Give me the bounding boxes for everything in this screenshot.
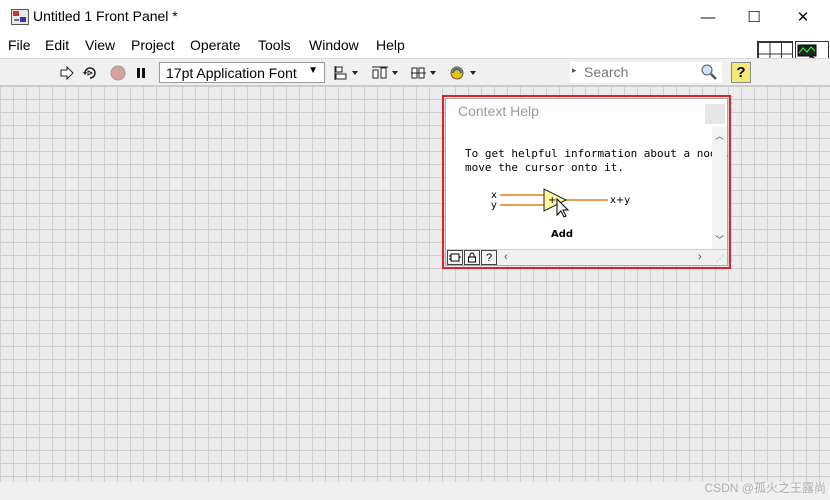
menu-operate[interactable]: Operate: [190, 37, 241, 53]
show-optional-terminals-button[interactable]: [447, 250, 463, 265]
context-help-window: Context Help To get helpful information …: [445, 98, 730, 266]
output-label: x+y: [610, 195, 631, 206]
context-help-bottom-bar: ? ‹ › ⋰: [446, 249, 727, 265]
abort-execution-icon[interactable]: [109, 63, 127, 83]
title-bar: Untitled 1 Front Panel * — ☐ ✕: [0, 0, 830, 34]
context-help-title-bar[interactable]: Context Help: [446, 99, 727, 128]
detailed-help-button[interactable]: ?: [481, 250, 497, 265]
reorder-icon[interactable]: [449, 63, 479, 83]
close-icon: ✕: [796, 9, 810, 26]
menu-help[interactable]: Help: [376, 37, 405, 53]
font-select-value: 17pt Application Font: [166, 64, 297, 81]
menu-window[interactable]: Window: [309, 37, 359, 53]
menu-bar: File Edit View Project Operate Tools Win…: [0, 34, 830, 58]
minimize-button[interactable]: —: [685, 0, 731, 34]
plus-label: +: [548, 195, 556, 206]
chevron-down-icon: ▼: [308, 65, 318, 76]
magnifier-icon[interactable]: [700, 63, 718, 86]
context-help-close-button[interactable]: [705, 104, 725, 124]
input-y-label: y: [491, 200, 497, 211]
chevron-down-icon[interactable]: ﹀: [715, 233, 724, 246]
maximize-button[interactable]: ☐: [731, 0, 777, 34]
node-name-label: Add: [551, 229, 574, 240]
watermark: CSDN @孤火之王露尚: [704, 481, 826, 495]
close-button[interactable]: ✕: [780, 0, 826, 34]
run-continuously-icon[interactable]: [81, 63, 99, 83]
search-input[interactable]: [584, 63, 694, 81]
align-objects-icon[interactable]: [333, 63, 361, 83]
context-help-text: To get helpful information about a node,…: [465, 147, 730, 174]
window-title: Untitled 1 Front Panel *: [33, 8, 178, 24]
labview-vi-icon[interactable]: [11, 9, 29, 25]
toolbar: 17pt Application Font ▼ ▸ ?: [0, 58, 830, 86]
search-expand-icon: ▸: [572, 65, 577, 75]
font-select[interactable]: 17pt Application Font ▼: [159, 62, 325, 83]
resize-grip-icon[interactable]: ⋰: [716, 254, 724, 263]
run-arrow-icon[interactable]: [59, 63, 75, 83]
context-help-button[interactable]: ?: [731, 62, 751, 83]
context-help-body: To get helpful information about a node,…: [446, 127, 730, 249]
menu-file[interactable]: File: [8, 37, 31, 53]
menu-tools[interactable]: Tools: [258, 37, 291, 53]
menu-view[interactable]: View: [85, 37, 115, 53]
lock-icon: [468, 252, 476, 263]
menu-project[interactable]: Project: [131, 37, 175, 53]
resize-objects-icon[interactable]: [409, 63, 439, 83]
maximize-icon: ☐: [747, 9, 761, 26]
context-help-title: Context Help: [458, 103, 539, 119]
distribute-objects-icon[interactable]: [370, 63, 400, 83]
context-help-vertical-scrollbar[interactable]: ︿ ﹀: [712, 127, 727, 249]
menu-edit[interactable]: Edit: [45, 37, 69, 53]
search-box[interactable]: ▸: [570, 62, 722, 83]
add-node-icon: +: [500, 188, 608, 218]
chevron-left-icon[interactable]: ‹: [504, 251, 508, 263]
chevron-up-icon[interactable]: ︿: [715, 129, 724, 142]
minimize-icon: —: [700, 8, 716, 26]
lock-button[interactable]: [464, 250, 480, 265]
chevron-right-icon[interactable]: ›: [698, 251, 702, 263]
pause-icon[interactable]: [133, 63, 149, 83]
